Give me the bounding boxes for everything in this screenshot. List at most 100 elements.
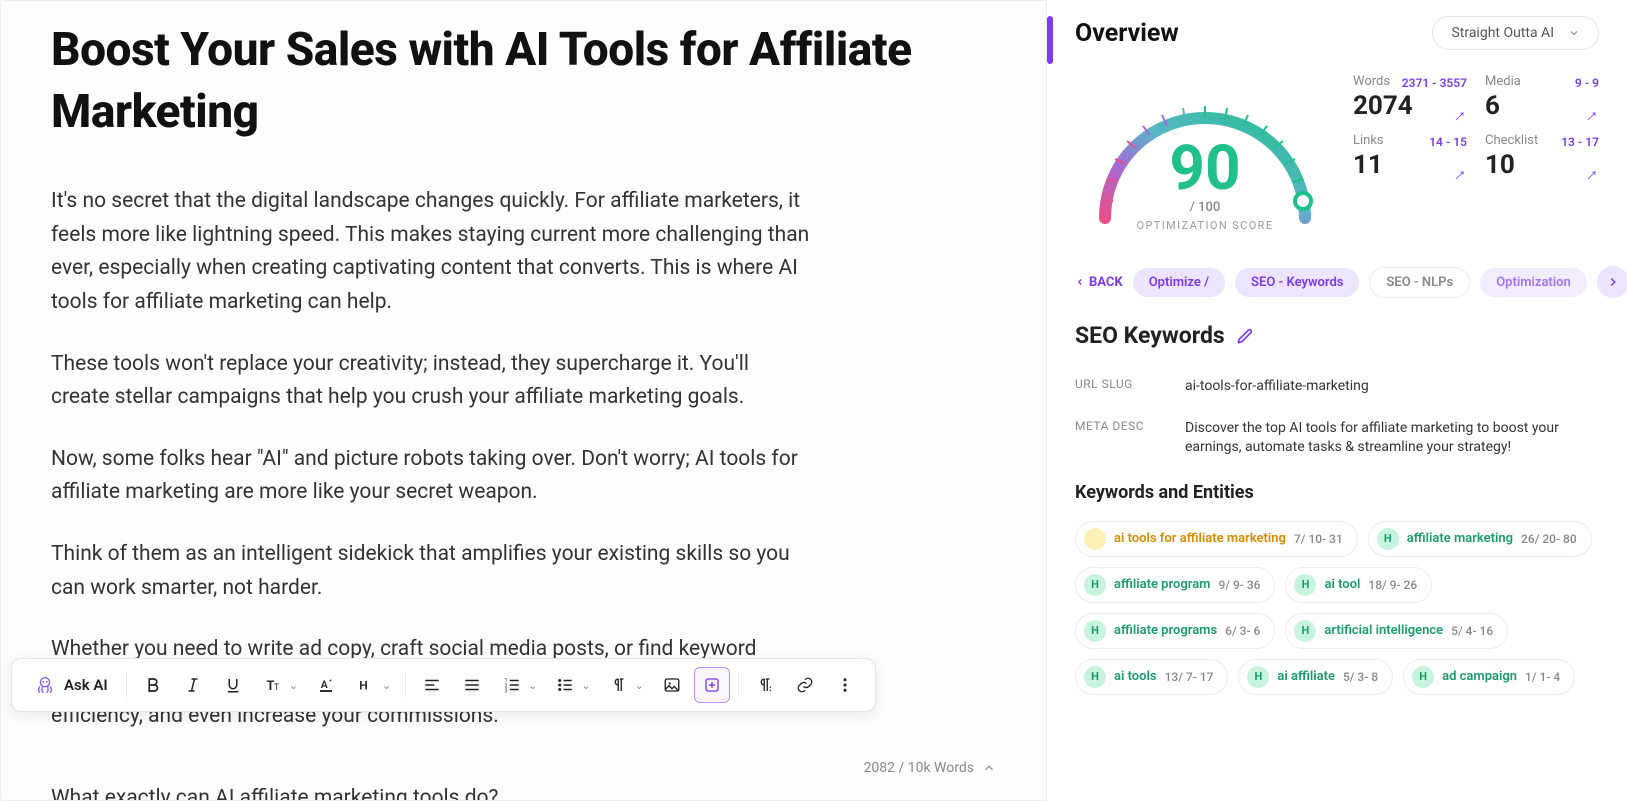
pilcrow-toggle-icon: [756, 676, 774, 694]
word-count-footer[interactable]: 2082 / 10k Words: [864, 760, 996, 776]
clear-formatting-button[interactable]: [747, 667, 783, 703]
metric-range: 13 - 17: [1561, 135, 1599, 149]
paragraph[interactable]: Now, some folks hear "AI" and picture ro…: [51, 443, 811, 510]
url-slug-value[interactable]: ai-tools-for-affiliate-marketing: [1185, 377, 1369, 397]
text-color-button[interactable]: A: [308, 667, 344, 703]
keyword-badge: H: [1084, 574, 1106, 596]
chevron-left-icon: [1075, 277, 1085, 287]
keyword-chip[interactable]: Hai tool18/ 9- 26: [1285, 567, 1432, 603]
insert-block-button[interactable]: [694, 667, 730, 703]
score-denom: / 100: [1075, 200, 1335, 215]
chevron-right-icon: [1606, 275, 1620, 289]
ask-ai-button[interactable]: Ask AI: [24, 667, 118, 703]
article-title[interactable]: Boost Your Sales with AI Tools for Affil…: [51, 19, 931, 143]
metric-range: 2371 - 3557: [1402, 76, 1467, 90]
chevron-down-icon: [1568, 27, 1580, 39]
keyword-chip[interactable]: Hartificial intelligence5/ 4- 16: [1285, 613, 1508, 649]
accent-bar: [1047, 16, 1053, 64]
chevron-down-icon[interactable]: ⌄: [581, 679, 596, 692]
keyword-stats: 6/ 3- 6: [1225, 624, 1260, 638]
chevron-down-icon[interactable]: ⌄: [289, 679, 304, 692]
align-left-button[interactable]: [414, 667, 450, 703]
more-options-button[interactable]: [827, 667, 863, 703]
text-style-button[interactable]: TT: [255, 667, 291, 703]
keyword-badge: H: [1294, 574, 1316, 596]
keyword-name: affiliate programs: [1114, 623, 1217, 638]
align-justify-icon: [463, 676, 481, 694]
tab-seo-keywords[interactable]: SEO - Keywords: [1235, 268, 1359, 297]
ordered-list-icon: 123: [503, 676, 521, 694]
keyword-name: ai affiliate: [1277, 669, 1335, 684]
keywords-heading: Keywords and Entities: [1075, 482, 1599, 503]
metric-words[interactable]: Words2371 - 35572074→: [1353, 74, 1467, 121]
keyword-name: ad campaign: [1442, 669, 1517, 684]
keyword-stats: 18/ 9- 26: [1368, 578, 1417, 592]
pilcrow-icon: [610, 676, 628, 694]
text-color-icon: A: [317, 676, 335, 694]
ordered-list-button[interactable]: 123: [494, 667, 530, 703]
meta-desc-label: META DESC: [1075, 419, 1155, 458]
keyword-badge: H: [1412, 666, 1434, 688]
keyword-name: artificial intelligence: [1324, 623, 1443, 638]
pencil-icon[interactable]: [1235, 326, 1255, 346]
svg-text:A: A: [321, 678, 328, 691]
keyword-badge: H: [1084, 620, 1106, 642]
ai-octopus-icon: [34, 674, 56, 696]
project-name: Straight Outta AI: [1451, 25, 1554, 41]
project-selector[interactable]: Straight Outta AI: [1432, 16, 1599, 50]
keyword-badge: H: [1247, 666, 1269, 688]
editor-pane: Boost Your Sales with AI Tools for Affil…: [0, 0, 1047, 801]
chevron-down-icon[interactable]: ⌄: [635, 679, 650, 692]
paragraph[interactable]: It's no secret that the digital landscap…: [51, 185, 811, 319]
tab-seo-nlps[interactable]: SEO - NLPs: [1369, 267, 1470, 298]
chevron-down-icon[interactable]: ⌄: [382, 679, 397, 692]
metric-checklist[interactable]: Checklist13 - 1710→: [1485, 133, 1599, 180]
keyword-name: affiliate marketing: [1407, 531, 1513, 546]
paragraph[interactable]: What exactly can AI affiliate marketing …: [51, 782, 811, 801]
italic-button[interactable]: [175, 667, 211, 703]
italic-icon: [184, 676, 202, 694]
tab-optimize[interactable]: Optimize /: [1133, 268, 1225, 297]
heading-button[interactable]: H: [348, 667, 384, 703]
align-justify-button[interactable]: [454, 667, 490, 703]
chevron-down-icon[interactable]: ⌄: [528, 679, 543, 692]
image-icon: [662, 676, 682, 694]
keyword-stats: 5/ 3- 8: [1343, 670, 1378, 684]
optimization-gauge: 90 / 100 OPTIMIZATION SCORE: [1075, 68, 1335, 238]
metric-links[interactable]: Links14 - 1511→: [1353, 133, 1467, 180]
keyword-chip[interactable]: Haffiliate program9/ 9- 36: [1075, 567, 1275, 603]
bullet-list-button[interactable]: [547, 667, 583, 703]
keyword-chip[interactable]: Hai affiliate 5/ 3- 8: [1238, 659, 1393, 695]
align-left-icon: [423, 676, 441, 694]
metric-media[interactable]: Media9 - 96→: [1485, 74, 1599, 121]
paragraph-direction-button[interactable]: [601, 667, 637, 703]
plus-box-icon: [703, 676, 721, 694]
back-label: BACK: [1089, 275, 1123, 290]
overview-pane: Overview Straight Outta AI: [1047, 0, 1627, 801]
seo-heading: SEO Keywords: [1075, 322, 1225, 349]
meta-desc-value[interactable]: Discover the top AI tools for affiliate …: [1185, 419, 1599, 458]
editor-toolbar: Ask AI TT ⌄ A H ⌄ 123 ⌄ ⌄ ⌄: [11, 658, 876, 712]
heading-icon: H: [357, 676, 375, 694]
insert-image-button[interactable]: [654, 667, 690, 703]
underline-button[interactable]: [215, 667, 251, 703]
bullet-list-icon: [556, 676, 574, 694]
keyword-chip[interactable]: Haffiliate programs 6/ 3- 6: [1075, 613, 1275, 649]
keyword-badge: H: [1377, 528, 1399, 550]
paragraph[interactable]: These tools won't replace your creativit…: [51, 348, 811, 415]
more-vertical-icon: [836, 676, 854, 694]
keyword-chip[interactable]: Haffiliate marketing26/ 20- 80: [1368, 521, 1592, 557]
text-style-icon: TT: [263, 675, 283, 695]
tabs-next-button[interactable]: [1597, 266, 1627, 298]
insert-link-button[interactable]: [787, 667, 823, 703]
keyword-chip[interactable]: Hai tools13/ 7- 17: [1075, 659, 1228, 695]
keyword-badge: H: [1294, 620, 1316, 642]
paragraph[interactable]: Think of them as an intelligent sidekick…: [51, 538, 811, 605]
word-count-text: 2082 / 10k Words: [864, 760, 974, 776]
bold-button[interactable]: [135, 667, 171, 703]
tab-optimization[interactable]: Optimization: [1480, 268, 1587, 297]
back-button[interactable]: BACK: [1075, 275, 1123, 290]
keyword-chip[interactable]: ai tools for affiliate marketing7/ 10- 3…: [1075, 521, 1358, 557]
keyword-chip[interactable]: Had campaign1/ 1- 4: [1403, 659, 1575, 695]
keyword-name: ai tools for affiliate marketing: [1114, 531, 1286, 546]
